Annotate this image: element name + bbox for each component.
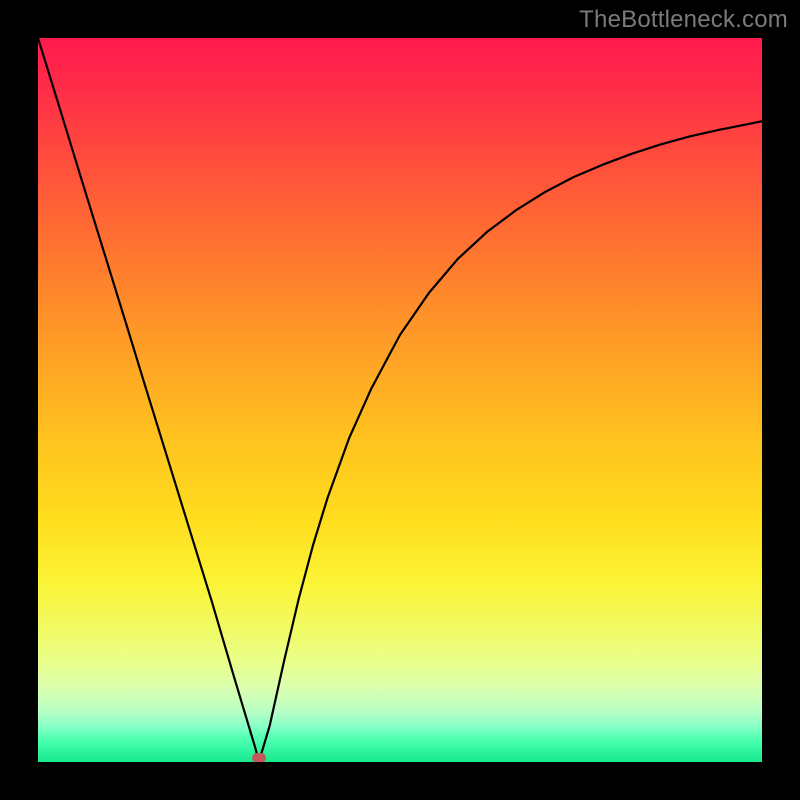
plot-area [38, 38, 762, 762]
bottleneck-curve [38, 38, 762, 762]
chart-frame: TheBottleneck.com [0, 0, 800, 800]
optimal-marker [252, 753, 266, 762]
watermark-label: TheBottleneck.com [579, 6, 788, 34]
